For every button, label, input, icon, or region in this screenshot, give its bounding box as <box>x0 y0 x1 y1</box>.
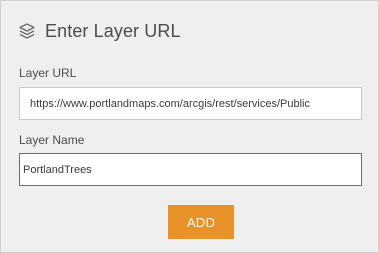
layer-url-input[interactable] <box>19 87 362 120</box>
layers-icon <box>18 22 36 40</box>
add-button[interactable]: ADD <box>168 205 234 239</box>
layer-name-label: Layer Name <box>19 133 85 147</box>
panel-title: Enter Layer URL <box>45 21 181 41</box>
layer-url-label: Layer URL <box>19 66 77 80</box>
panel-header: Enter Layer URL <box>18 19 181 43</box>
enter-layer-url-panel: Enter Layer URL Layer URL Layer Name ADD <box>0 0 379 253</box>
layer-name-input[interactable] <box>19 153 362 186</box>
